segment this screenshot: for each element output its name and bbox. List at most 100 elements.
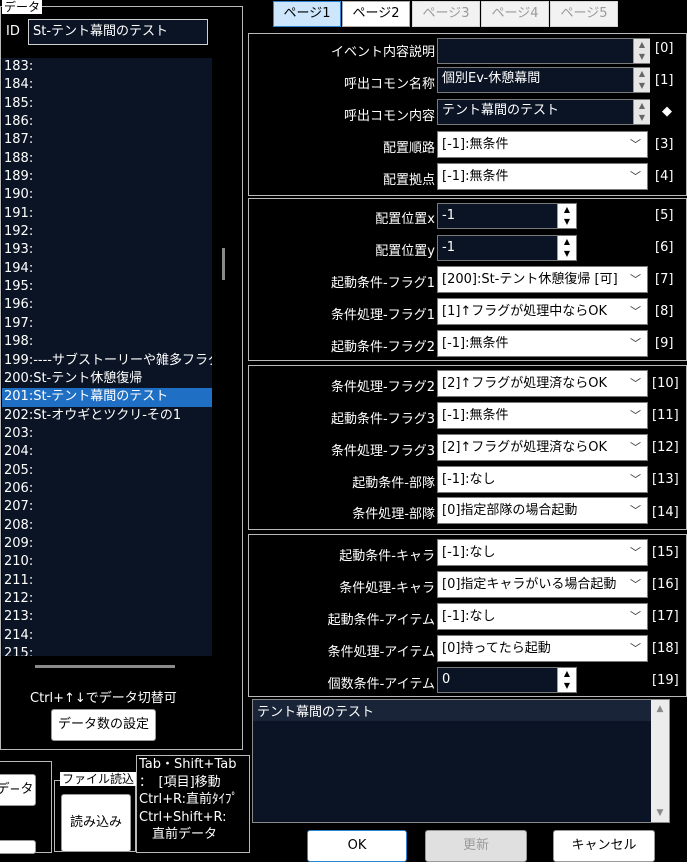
ok-button[interactable]: OK [307,830,407,862]
list-item[interactable]: 215: [2,645,212,656]
common-name-spin[interactable]: ▲ ▼ [633,68,650,92]
hscroll-thumb[interactable] [35,665,175,668]
shortcut-line: 直前データ [139,827,218,842]
list-item[interactable]: 193: [2,241,212,259]
party-cond-label: 起動条件-部隊 [352,476,435,491]
data-list[interactable]: 183: 184: 185: 186: 187: 188: 189: 190: 191: 192:… [2,58,212,656]
list-item[interactable]: 204: [2,443,212,461]
list-item[interactable]: 205: [2,462,212,480]
list-item[interactable]: 210: [2,553,212,571]
list-item[interactable]: 208: [2,517,212,535]
list-item[interactable]: 197: [2,315,212,333]
event-desc-label: イベント内容説明 [330,45,435,60]
item-cond-select[interactable]: [-1]:なし ﹀ [437,603,648,630]
flag3-cond-index: [11] [652,408,679,423]
item-count-label: 個数条件-アイテム [327,677,435,692]
memo-scrollbar[interactable]: ▲ ▼ [651,700,669,822]
pos-y-input[interactable]: -1 ▲ ▼ [437,235,577,261]
list-item[interactable]: 206: [2,480,212,498]
chevron-down-icon: ﹀ [630,610,641,623]
chara-proc-index: [16] [652,577,679,592]
list-item[interactable]: 203: [2,425,212,443]
order-select[interactable]: [-1]:無条件 ﹀ [437,131,648,158]
list-item[interactable]: 183: [2,58,212,76]
list-item[interactable]: 200:St-テント休憩復帰 [2,370,212,388]
list-item[interactable]: 189: [2,168,212,186]
flag3-proc-label: 条件処理-フラグ3 [331,444,435,459]
list-item[interactable]: 184: [2,76,212,94]
item-proc-label: 条件処理-アイテム [327,645,435,660]
chara-cond-select[interactable]: [-1]:なし ﹀ [437,539,648,566]
flag1-cond-select[interactable]: [200]:St-テント休憩復帰 [可] ﹀ [437,266,648,293]
party-cond-select[interactable]: [-1]:なし ﹀ [437,466,648,493]
id-input[interactable]: St-テント幕間のテスト [28,19,208,45]
cancel-button[interactable]: キャンセル [553,830,655,862]
list-item[interactable]: 199:----サブストーリーや雑多フラグ-- [2,352,212,370]
flag3-cond-select[interactable]: [-1]:無条件 ﹀ [437,402,648,429]
list-item[interactable]: 209: [2,535,212,553]
flag2-cond-select[interactable]: [-1]:無条件 ﹀ [437,330,648,357]
flag3-cond-label: 起動条件-フラグ3 [331,412,435,427]
list-item[interactable]: 207: [2,498,212,516]
list-item[interactable]: 188: [2,150,212,168]
party-proc-select[interactable]: [0]指定部隊の場合起動 ﹀ [437,497,648,524]
shortcut-line: Ctrl+Shift+R: [139,809,227,825]
shortcut-help: Tab・Shift+Tab ： [項目]移動 Ctrl+R:直前ﾀｲﾌﾟ Ctrl+S… [139,756,238,844]
list-item[interactable]: 191: [2,205,212,223]
flag2-proc-select[interactable]: [2]↑フラグが処理済ならOK ﹀ [437,370,648,397]
set-data-count-button[interactable]: データ数の設定 [51,709,156,741]
id-label: ID [6,24,20,39]
chevron-down-icon: ﹀ [630,473,641,486]
list-item[interactable]: 198: [2,333,212,351]
flag2-cond-label: 起動条件-フラグ2 [331,340,435,355]
load-button[interactable]: 読み込み [61,794,131,852]
item-count-input[interactable]: 0 ▲ ▼ [437,667,577,693]
update-button[interactable]: 更新 [425,830,527,862]
pos-x-spin[interactable]: ▲ ▼ [557,204,576,228]
list-item[interactable]: 202:St-オウギとツクリ-その1 [2,407,212,425]
list-item[interactable]: 195: [2,278,212,296]
flag1-proc-label: 条件処理-フラグ1 [331,308,435,323]
pos-y-spin[interactable]: ▲ ▼ [557,236,576,260]
common-content-input[interactable]: テント幕間のテスト [437,99,650,125]
flag1-proc-select[interactable]: [1]↑フラグが処理中ならOK ﹀ [437,298,648,325]
pos-x-input[interactable]: -1 ▲ ▼ [437,203,577,229]
event-desc-spin[interactable]: ▲ ▼ [633,39,650,63]
memo-text: テント幕間のテスト [253,700,669,721]
list-item[interactable]: 212: [2,590,212,608]
list-item[interactable]: 187: [2,131,212,149]
vscroll-thumb[interactable] [222,248,225,280]
common-name-label: 呼出コモン名称 [343,77,435,92]
data-group-legend: データ [2,0,43,14]
list-item[interactable]: 194: [2,260,212,278]
scroll-up-icon[interactable]: ▲ [651,700,669,718]
list-item[interactable]: 214: [2,627,212,645]
list-item[interactable]: 196: [2,296,212,314]
item-proc-select[interactable]: [0]持ってたら起動 ﹀ [437,635,648,662]
list-item[interactable]: 190: [2,186,212,204]
list-item[interactable]: 186: [2,113,212,131]
list-item[interactable]: 185: [2,95,212,113]
flag3-proc-select[interactable]: [2]↑フラグが処理済ならOK ﹀ [437,434,648,461]
common-content-spin[interactable]: ▲ ▼ [633,100,650,124]
memo-textarea[interactable]: テント幕間のテスト [252,699,670,823]
data-button-2[interactable] [0,840,36,854]
data-button[interactable]: デ−タ [0,774,36,806]
tab-page1[interactable]: ページ1 [273,1,341,27]
data-list-vscrollbar[interactable] [214,58,233,658]
chara-proc-select[interactable]: [0]指定キャラがいる場合起動 ﹀ [437,571,648,598]
chevron-down-icon: ﹀ [630,546,641,559]
common-name-input[interactable]: 個別Ev-休憩幕間 [437,67,650,93]
list-item[interactable]: 201:St-テント幕間のテスト [2,388,212,407]
list-item[interactable]: 211: [2,572,212,590]
scroll-down-icon[interactable]: ▼ [651,804,669,822]
flag2-cond-index: [9] [655,336,674,351]
tab-page2[interactable]: ページ2 [342,1,410,27]
list-item[interactable]: 213: [2,608,212,626]
event-desc-input[interactable] [437,38,650,64]
chevron-down-icon: ﹀ [630,377,641,390]
item-count-spin[interactable]: ▲ ▼ [557,668,576,692]
list-item[interactable]: 192: [2,223,212,241]
base-select[interactable]: [-1]:無条件 ﹀ [437,163,648,190]
common-content-label: 呼出コモン内容 [343,109,435,124]
